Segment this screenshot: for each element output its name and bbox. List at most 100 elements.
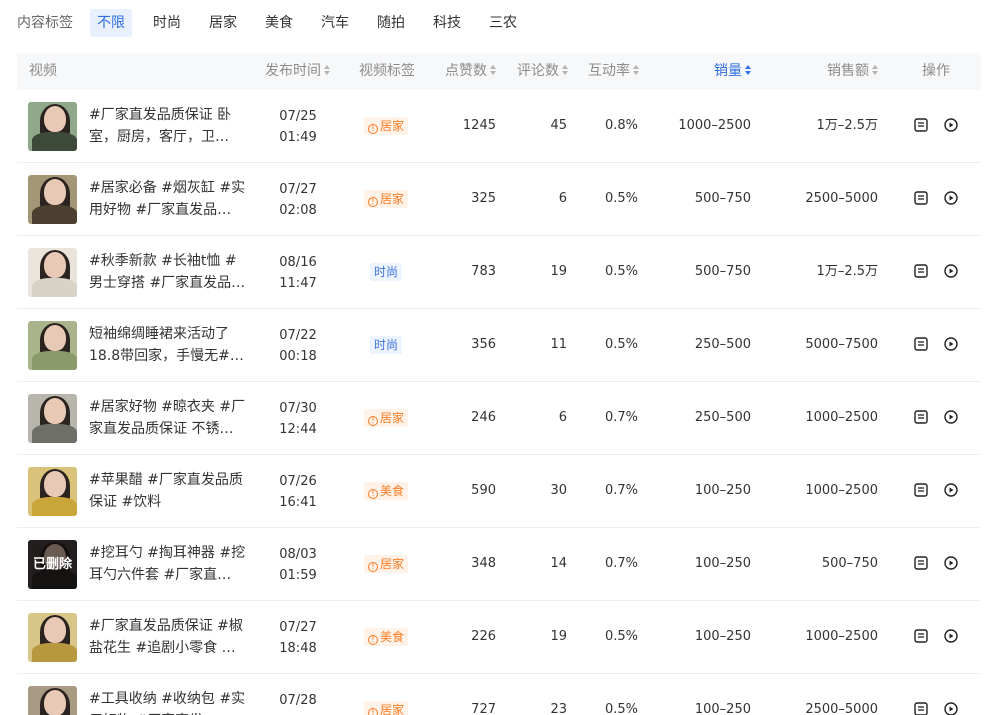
sales-range: 250–500 xyxy=(694,337,751,352)
info-circle-icon: ! xyxy=(368,197,378,207)
comments-count: 23 xyxy=(550,702,567,715)
video-thumbnail[interactable] xyxy=(28,613,77,662)
info-circle-icon: ! xyxy=(368,708,378,715)
document-icon[interactable] xyxy=(914,191,928,205)
document-icon[interactable] xyxy=(914,629,928,643)
video-title[interactable]: 短袖绵绸睡裙来活动了18.8带回家，手慢无#… xyxy=(89,323,249,367)
interaction-rate: 0.5% xyxy=(604,629,638,644)
publish-date: 07/25 xyxy=(279,109,317,124)
video-thumbnail[interactable] xyxy=(28,321,77,370)
interaction-rate: 0.8% xyxy=(604,118,638,133)
table-row[interactable]: #厂家直发品质保证 #椒盐花生 #追剧小零食 … 07/27 18:48 ! 美食 226… xyxy=(17,601,981,674)
table-row[interactable]: #居家好物 #晾衣夹 #厂家直发品质保证 不锈… 07/30 12:44 ! 居家 246… xyxy=(17,382,981,455)
column-actions: 操作 xyxy=(922,63,950,79)
interaction-rate: 0.5% xyxy=(604,702,638,715)
play-circle-icon[interactable] xyxy=(944,191,958,205)
document-icon[interactable] xyxy=(914,410,928,424)
publish-clock: 01:49 xyxy=(279,130,317,145)
likes-count: 1245 xyxy=(462,118,496,133)
column-publish-time[interactable]: 发布时间 xyxy=(265,53,330,90)
document-icon[interactable] xyxy=(914,118,928,132)
play-circle-icon[interactable] xyxy=(944,483,958,497)
revenue-range: 1000–2500 xyxy=(805,410,878,425)
document-icon[interactable] xyxy=(914,556,928,570)
revenue-range: 1000–2500 xyxy=(805,629,878,644)
play-circle-icon[interactable] xyxy=(944,702,958,715)
filter-tag-tech[interactable]: 科技 xyxy=(426,9,468,37)
publish-date: 08/03 xyxy=(279,547,317,562)
video-thumbnail[interactable] xyxy=(28,394,77,443)
filter-tag-auto[interactable]: 汽车 xyxy=(314,9,356,37)
sales-range: 100–250 xyxy=(694,483,751,498)
info-circle-icon: ! xyxy=(368,635,378,645)
filter-tag-fashion[interactable]: 时尚 xyxy=(146,9,188,37)
comments-count: 19 xyxy=(550,264,567,279)
video-title[interactable]: #厂家直发品质保证 卧室，厨房，客厅，卫… xyxy=(89,104,249,148)
info-circle-icon: ! xyxy=(368,416,378,426)
sales-range: 500–750 xyxy=(694,191,751,206)
video-title[interactable]: #苹果醋 #厂家直发品质保证 #饮料 xyxy=(89,469,249,513)
play-circle-icon[interactable] xyxy=(944,629,958,643)
table-header: 视频 发布时间 视频标签 点赞数 评论数 互动率 销量 销售额 操作 xyxy=(17,53,981,90)
comments-count: 45 xyxy=(550,118,567,133)
publish-date: 07/30 xyxy=(279,401,317,416)
document-icon[interactable] xyxy=(914,264,928,278)
publish-time: 07/28 xyxy=(265,690,331,711)
video-title[interactable]: #居家必备 #烟灰缸 #实用好物 #厂家直发品… xyxy=(89,177,249,221)
video-tag-badge: ! 居家 xyxy=(364,409,409,427)
likes-count: 246 xyxy=(471,410,496,425)
video-title[interactable]: #工具收纳 #收纳包 #实用好物 #厂家直发… xyxy=(89,688,249,715)
publish-date: 07/26 xyxy=(279,474,317,489)
publish-time: 07/27 02:08 xyxy=(265,179,331,221)
publish-time: 07/27 18:48 xyxy=(265,617,331,659)
video-tag-badge: ! 居家 xyxy=(364,701,409,715)
play-circle-icon[interactable] xyxy=(944,337,958,351)
info-circle-icon: ! xyxy=(368,562,378,572)
video-title[interactable]: #秋季新款 #长袖t恤 #男士穿搭 #厂家直发品… xyxy=(89,250,249,294)
play-circle-icon[interactable] xyxy=(944,556,958,570)
likes-count: 356 xyxy=(471,337,496,352)
video-thumbnail[interactable] xyxy=(28,175,77,224)
filter-tag-casual[interactable]: 随拍 xyxy=(370,9,412,37)
play-circle-icon[interactable] xyxy=(944,410,958,424)
document-icon[interactable] xyxy=(914,483,928,497)
column-interaction-rate[interactable]: 互动率 xyxy=(588,53,639,90)
video-thumbnail[interactable] xyxy=(28,248,77,297)
table-row[interactable]: #居家必备 #烟灰缸 #实用好物 #厂家直发品… 07/27 02:08 ! 居家 325… xyxy=(17,163,981,236)
play-circle-icon[interactable] xyxy=(944,118,958,132)
document-icon[interactable] xyxy=(914,337,928,351)
video-title[interactable]: #挖耳勺 #掏耳神器 #挖耳勺六件套 #厂家直… xyxy=(89,542,249,586)
filter-tag-all[interactable]: 不限 xyxy=(90,9,132,37)
video-thumbnail[interactable] xyxy=(28,467,77,516)
column-revenue[interactable]: 销售额 xyxy=(827,53,878,90)
column-sales[interactable]: 销量 xyxy=(714,53,751,90)
sort-icon xyxy=(872,65,878,75)
column-likes[interactable]: 点赞数 xyxy=(445,53,496,90)
table-row[interactable]: #工具收纳 #收纳包 #实用好物 #厂家直发… 07/28 !居家 727 23 0.5%… xyxy=(17,674,981,715)
play-circle-icon[interactable] xyxy=(944,264,958,278)
filter-tag-farm[interactable]: 三农 xyxy=(482,9,524,37)
video-tag-badge: ! 居家 xyxy=(364,555,409,573)
video-title[interactable]: #居家好物 #晾衣夹 #厂家直发品质保证 不锈… xyxy=(89,396,249,440)
document-icon[interactable] xyxy=(914,702,928,715)
table-row[interactable]: #厂家直发品质保证 卧室，厨房，客厅，卫… 07/25 01:49 ! 居家 1245 45… xyxy=(17,90,981,163)
table-row[interactable]: #秋季新款 #长袖t恤 #男士穿搭 #厂家直发品… 08/16 11:47 时尚 783… xyxy=(17,236,981,309)
revenue-range: 2500–5000 xyxy=(805,191,878,206)
sales-range: 100–250 xyxy=(694,556,751,571)
table-row[interactable]: 短袖绵绸睡裙来活动了18.8带回家，手慢无#… 07/22 00:18 时尚 356 11… xyxy=(17,309,981,382)
comments-count: 14 xyxy=(550,556,567,571)
interaction-rate: 0.7% xyxy=(604,410,638,425)
filter-tag-home[interactable]: 居家 xyxy=(202,9,244,37)
video-thumbnail[interactable] xyxy=(28,686,77,715)
sales-range: 250–500 xyxy=(694,410,751,425)
table-row[interactable]: #苹果醋 #厂家直发品质保证 #饮料 07/26 16:41 ! 美食 590 30 0.7%… xyxy=(17,455,981,528)
video-thumbnail[interactable] xyxy=(28,102,77,151)
video-tag-badge: 时尚 xyxy=(370,336,403,354)
video-thumbnail[interactable]: 已删除 xyxy=(28,540,77,589)
table-row[interactable]: 已删除 #挖耳勺 #掏耳神器 #挖耳勺六件套 #厂家直… 08/03 01:59 ! 居家… xyxy=(17,528,981,601)
filter-label: 内容标签 xyxy=(17,15,73,31)
video-title[interactable]: #厂家直发品质保证 #椒盐花生 #追剧小零食 … xyxy=(89,615,249,659)
column-comments[interactable]: 评论数 xyxy=(517,53,568,90)
filter-tag-food[interactable]: 美食 xyxy=(258,9,300,37)
sales-range: 100–250 xyxy=(694,629,751,644)
